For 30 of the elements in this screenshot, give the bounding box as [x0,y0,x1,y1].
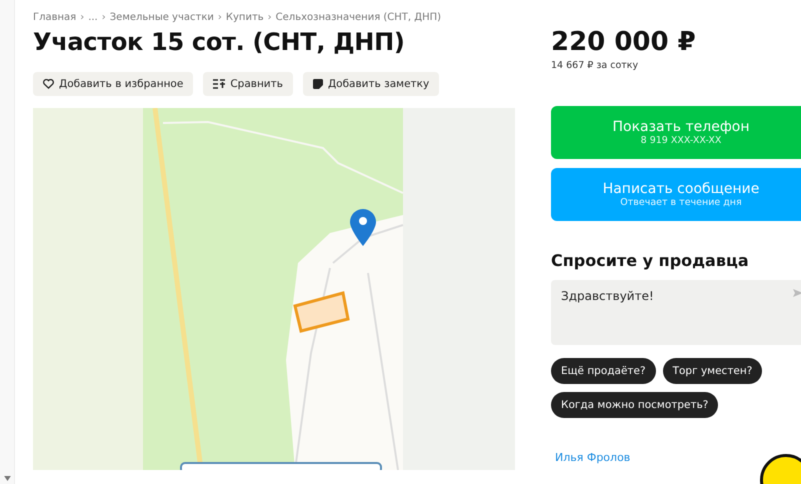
question-chip[interactable]: Ещё продаёте? [551,358,656,384]
map-overlay-button[interactable] [180,462,382,470]
scroll-down-icon[interactable] [4,476,11,481]
message-field[interactable]: Здравствуйте! [551,280,801,345]
listing-title: Участок 15 сот. (СНТ, ДНП) [33,28,406,56]
note-icon [312,79,323,89]
seller-name-link[interactable]: Илья Фролов [555,451,630,464]
price-per-unit: 14 667 ₽ за сотку [551,60,640,71]
favorite-button[interactable]: Добавить в избранное [33,72,194,96]
show-phone-button[interactable]: Показать телефон 8 919 XXX-XX-XX [551,106,801,159]
breadcrumb-link[interactable]: Купить [226,12,264,23]
breadcrumb-separator: › [80,12,84,23]
breadcrumb-link[interactable]: ... [88,12,98,23]
breadcrumb-separator: › [218,12,222,23]
section-heading: Спросите у продавца [551,251,750,270]
question-chip[interactable]: Торг уместен? [662,358,762,384]
question-chip[interactable]: Когда можно посмотреть? [551,392,718,418]
breadcrumb-separator: › [268,12,272,23]
map-pin-icon[interactable] [350,209,376,246]
price: 220 000 ₽ [551,27,697,57]
message-button[interactable]: Написать сообщение Отвечает в течение дня [551,168,801,221]
heart-icon [43,79,54,89]
breadcrumb-link[interactable]: Главная [33,12,76,23]
plot-outline [293,291,350,333]
list-icon [213,79,226,89]
breadcrumb-link[interactable]: Земельные участки [110,12,214,23]
compare-button[interactable]: Сравнить [203,72,293,96]
note-button[interactable]: Добавить заметку [302,72,440,96]
breadcrumb-link[interactable]: Сельхозназначения (СНТ, ДНП) [276,12,442,23]
breadcrumb-separator: › [102,12,106,23]
